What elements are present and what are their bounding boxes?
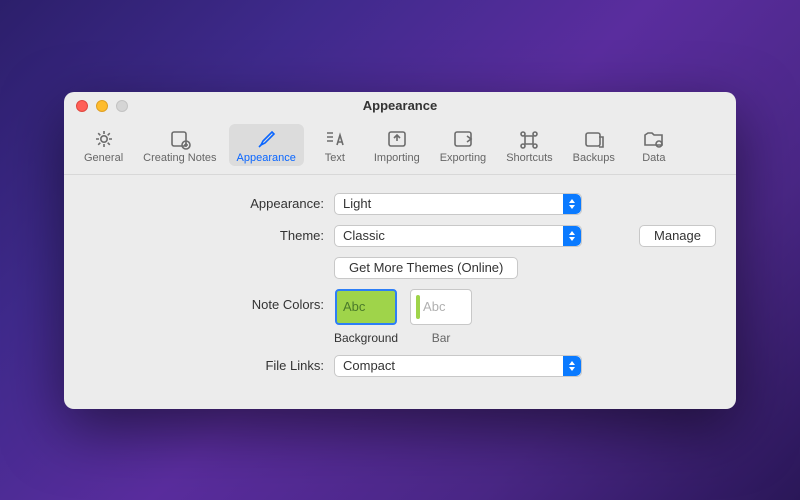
chevron-up-down-icon xyxy=(563,226,581,246)
chevron-up-down-icon xyxy=(563,356,581,376)
tab-label: Shortcuts xyxy=(506,152,552,164)
tab-label: Importing xyxy=(374,152,420,164)
import-icon xyxy=(385,128,409,150)
file-links-select[interactable]: Compact xyxy=(334,355,582,377)
bar-color-swatch[interactable]: Abc xyxy=(410,289,472,325)
gear-icon xyxy=(92,128,116,150)
note-color-swatches: Abc Background Abc Bar xyxy=(334,289,706,345)
tab-exporting[interactable]: Exporting xyxy=(432,124,494,166)
appearance-select[interactable]: Light xyxy=(334,193,582,215)
text-icon xyxy=(323,128,347,150)
swatch-label-bar: Bar xyxy=(432,331,451,345)
tab-general[interactable]: General xyxy=(76,124,131,166)
swatch-label-background: Background xyxy=(334,331,398,345)
tab-label: Data xyxy=(642,152,665,164)
swatch-sample: Abc xyxy=(343,299,365,314)
select-value: Compact xyxy=(343,358,395,373)
chevron-up-down-icon xyxy=(563,194,581,214)
tab-label: Backups xyxy=(573,152,615,164)
note-colors-label: Note Colors: xyxy=(84,289,324,312)
titlebar: Appearance xyxy=(64,92,736,120)
select-value: Light xyxy=(343,196,371,211)
tab-data[interactable]: Data xyxy=(627,124,681,166)
tab-creating-notes[interactable]: Creating Notes xyxy=(135,124,224,166)
background-color-swatch[interactable]: Abc xyxy=(335,289,397,325)
tab-shortcuts[interactable]: Shortcuts xyxy=(498,124,560,166)
swatch-sample: Abc xyxy=(423,299,445,314)
tab-appearance[interactable]: Appearance xyxy=(229,124,304,166)
tab-label: General xyxy=(84,152,123,164)
tab-label: Appearance xyxy=(237,152,296,164)
appearance-preferences-window: Appearance General Creating Notes Appear… xyxy=(64,92,736,409)
tab-label: Exporting xyxy=(440,152,486,164)
select-value: Classic xyxy=(343,228,385,243)
tab-backups[interactable]: Backups xyxy=(565,124,623,166)
tab-importing[interactable]: Importing xyxy=(366,124,428,166)
tab-text[interactable]: Text xyxy=(308,124,362,166)
note-plus-icon xyxy=(168,128,192,150)
paintbrush-icon xyxy=(254,128,278,150)
command-icon xyxy=(517,128,541,150)
window-title: Appearance xyxy=(64,98,736,113)
file-links-label: File Links: xyxy=(84,358,324,373)
manage-themes-button[interactable]: Manage xyxy=(639,225,716,247)
preferences-toolbar: General Creating Notes Appearance Text I… xyxy=(64,120,736,175)
appearance-label: Appearance: xyxy=(84,196,324,211)
theme-select[interactable]: Classic xyxy=(334,225,582,247)
tab-label: Creating Notes xyxy=(143,152,216,164)
tab-label: Text xyxy=(325,152,345,164)
form-area: Appearance: Light Theme: Classic Manage … xyxy=(64,175,736,395)
export-icon xyxy=(451,128,475,150)
theme-label: Theme: xyxy=(84,228,324,243)
folder-gear-icon xyxy=(642,128,666,150)
get-more-themes-button[interactable]: Get More Themes (Online) xyxy=(334,257,518,279)
backup-icon xyxy=(582,128,606,150)
